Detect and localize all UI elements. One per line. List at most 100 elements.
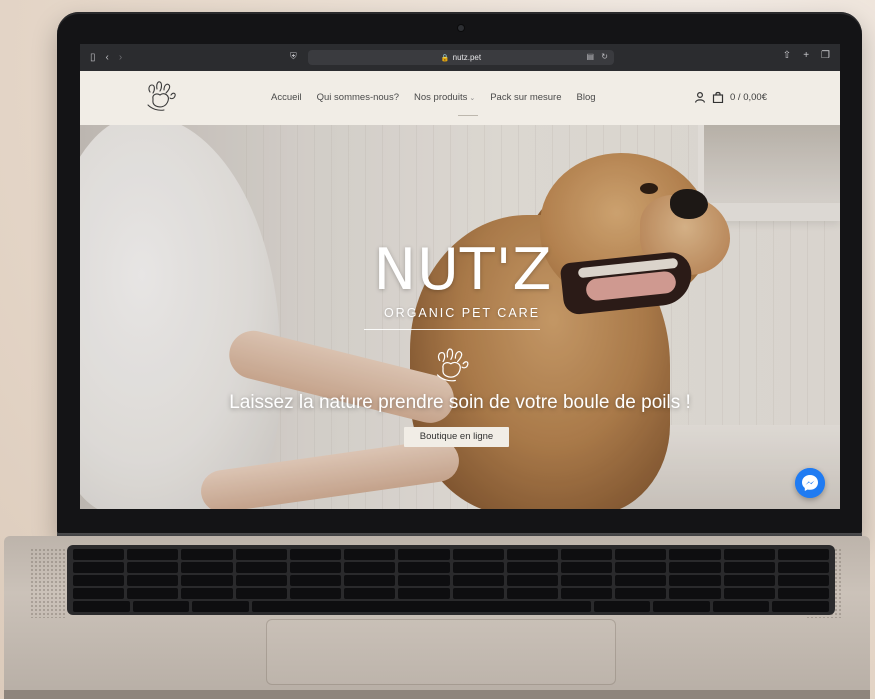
nav-item-label: Nos produits (414, 92, 468, 103)
share-icon[interactable]: ⇧ (783, 50, 791, 61)
key (289, 562, 342, 573)
key (398, 575, 450, 586)
key (560, 562, 613, 573)
key (615, 562, 667, 573)
nav-item-pack-sur-mesure[interactable]: Pack sur mesure (490, 92, 561, 103)
key (615, 575, 667, 586)
key (289, 588, 342, 599)
key (73, 588, 125, 599)
address-bar[interactable]: 🔒 nutz.pet ▤ ↻ (308, 50, 614, 65)
key (127, 588, 179, 599)
shop-online-button[interactable]: Boutique en ligne (404, 427, 509, 447)
key (73, 601, 130, 612)
back-icon[interactable]: ‹ (106, 52, 109, 63)
messenger-icon[interactable] (795, 468, 825, 498)
chevron-down-icon: ⌄ (469, 95, 476, 102)
key (235, 549, 287, 560)
key (723, 575, 775, 586)
nav-item-blog[interactable]: Blog (577, 92, 596, 103)
site-header: Accueil Qui sommes-nous? Nos produits ⌄ P… (80, 71, 840, 126)
key (127, 562, 179, 573)
hero-divider (364, 329, 540, 330)
key (560, 549, 613, 560)
key (344, 588, 396, 599)
nav-item-nos-produits[interactable]: Nos produits ⌄ (414, 92, 475, 103)
key (344, 549, 396, 560)
key (777, 549, 830, 560)
laptop-screen: ▯ ‹ › ⛨ 🔒 nutz.pet ▤ ↻ ⇧ + ❐ Accueil Qui… (80, 44, 840, 509)
key (593, 601, 651, 612)
key (560, 588, 613, 599)
key (723, 549, 775, 560)
key (181, 588, 233, 599)
sidebar-toggle-icon[interactable]: ▯ (90, 52, 96, 63)
laptop-base-front (4, 690, 870, 699)
hero-brand-title: NUT'Z (373, 237, 553, 303)
key (192, 601, 249, 612)
key (669, 575, 721, 586)
key (506, 588, 558, 599)
key (289, 575, 342, 586)
key (669, 588, 721, 599)
cart-summary[interactable]: 0 / 0,00€ (730, 92, 767, 103)
key (344, 575, 396, 586)
key (669, 562, 721, 573)
key (132, 601, 190, 612)
key (289, 549, 342, 560)
trackpad[interactable] (266, 619, 616, 685)
key (615, 588, 667, 599)
keyboard (67, 545, 835, 615)
key (398, 562, 450, 573)
key (560, 575, 613, 586)
key (181, 562, 233, 573)
webcam (458, 25, 464, 31)
key (73, 562, 125, 573)
user-icon[interactable] (694, 91, 706, 103)
paw-icon (436, 348, 469, 382)
lock-icon: 🔒 (440, 54, 450, 62)
key (653, 601, 710, 612)
nav-item-accueil[interactable]: Accueil (271, 92, 302, 103)
hero-tagline: ORGANIC PET CARE (383, 306, 541, 320)
reload-icon[interactable]: ↻ (601, 52, 608, 61)
reader-icon[interactable]: ▤ (586, 52, 594, 61)
key (344, 562, 396, 573)
key (777, 588, 830, 599)
main-nav: Accueil Qui sommes-nous? Nos produits ⌄ P… (271, 92, 611, 103)
hero-banner: NUT'Z ORGANIC PET CARE Laissez la nature… (80, 125, 840, 509)
nav-item-qui-sommes-nous[interactable]: Qui sommes-nous? (317, 92, 399, 103)
key (181, 549, 233, 560)
forward-icon[interactable]: › (119, 52, 122, 63)
key (251, 601, 591, 612)
key (127, 549, 179, 560)
key (669, 549, 721, 560)
key (452, 588, 504, 599)
key (181, 575, 233, 586)
key (506, 549, 558, 560)
key (712, 601, 770, 612)
key (235, 575, 287, 586)
hero-headline: Laissez la nature prendre soin de votre … (229, 392, 691, 413)
key (777, 575, 830, 586)
key (452, 562, 504, 573)
key (506, 575, 558, 586)
key (73, 575, 125, 586)
browser-toolbar: ▯ ‹ › ⛨ 🔒 nutz.pet ▤ ↻ ⇧ + ❐ (80, 44, 840, 71)
key (235, 588, 287, 599)
paw-logo-icon[interactable] (144, 79, 178, 115)
shield-icon[interactable]: ⛨ (290, 51, 297, 62)
key (127, 575, 179, 586)
tabs-icon[interactable]: ❐ (821, 50, 830, 61)
key (723, 588, 775, 599)
key (506, 562, 558, 573)
key (777, 562, 830, 573)
address-url: nutz.pet (452, 53, 482, 62)
nav-active-indicator (458, 115, 478, 116)
key (452, 549, 504, 560)
key (772, 601, 829, 612)
new-tab-icon[interactable]: + (803, 50, 809, 61)
key (452, 575, 504, 586)
key (615, 549, 667, 560)
shopping-bag-icon[interactable] (712, 91, 724, 103)
key (73, 549, 125, 560)
